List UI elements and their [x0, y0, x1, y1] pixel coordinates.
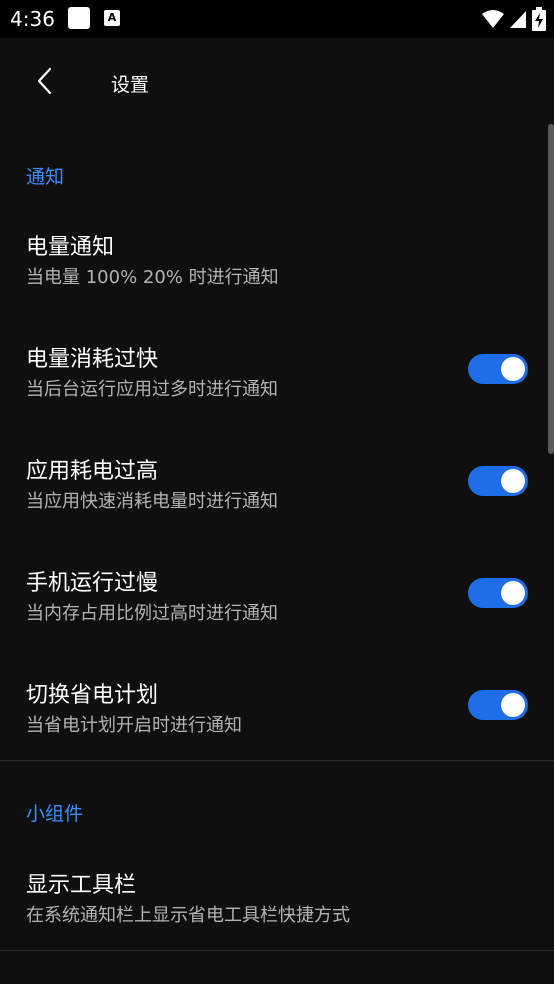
toggle-knob — [501, 581, 525, 605]
setting-title: 电量通知 — [26, 235, 115, 260]
section-header-notify: 通知 — [26, 166, 65, 188]
toggle-switch[interactable] — [468, 690, 528, 720]
divider — [0, 760, 554, 761]
setting-battery-notify[interactable]: 电量通知 当电量 100% 20% 时进行通知 — [0, 210, 554, 306]
setting-subtitle: 当省电计划开启时进行通知 — [26, 715, 242, 736]
setting-title: 显示工具栏 — [26, 873, 137, 898]
setting-subtitle: 当内存占用比例过高时进行通知 — [26, 603, 278, 624]
toggle-knob — [501, 469, 525, 493]
signal-icon — [510, 11, 526, 28]
setting-phone-slow[interactable]: 手机运行过慢 当内存占用比例过高时进行通知 — [0, 546, 554, 642]
setting-show-toolbar[interactable]: 显示工具栏 在系统通知栏上显示省电工具栏快捷方式 — [0, 848, 554, 944]
setting-title: 电量消耗过快 — [26, 347, 159, 372]
toggle-knob — [501, 693, 525, 717]
setting-title: 应用耗电过高 — [26, 459, 159, 484]
setting-app-high-usage[interactable]: 应用耗电过高 当应用快速消耗电量时进行通知 — [0, 434, 554, 530]
setting-subtitle: 当电量 100% 20% 时进行通知 — [26, 267, 279, 288]
page-title: 设置 — [111, 74, 150, 96]
setting-subtitle: 当应用快速消耗电量时进行通知 — [26, 491, 278, 512]
status-bar: 4:36 A — [0, 0, 554, 38]
setting-title: 切换省电计划 — [26, 683, 159, 708]
status-icons — [482, 7, 546, 31]
back-button[interactable] — [30, 65, 58, 97]
setting-power-plan[interactable]: 切换省电计划 当省电计划开启时进行通知 — [0, 658, 554, 754]
chevron-left-icon — [37, 67, 52, 95]
wifi-icon — [482, 10, 504, 28]
setting-subtitle: 当后台运行应用过多时进行通知 — [26, 379, 278, 400]
status-time: 4:36 — [10, 7, 55, 31]
battery-charging-icon — [532, 7, 546, 31]
setting-title: 手机运行过慢 — [26, 571, 159, 596]
setting-subtitle: 在系统通知栏上显示省电工具栏快捷方式 — [26, 905, 350, 926]
toggle-switch[interactable] — [468, 578, 528, 608]
divider — [0, 950, 554, 951]
notification-square-icon — [68, 7, 90, 29]
toggle-switch[interactable] — [468, 354, 528, 384]
toggle-knob — [501, 357, 525, 381]
a-icon: A — [104, 10, 120, 26]
toggle-switch[interactable] — [468, 466, 528, 496]
section-header-widget: 小组件 — [26, 803, 84, 825]
toolbar: 设置 — [0, 38, 554, 124]
setting-drain-fast[interactable]: 电量消耗过快 当后台运行应用过多时进行通知 — [0, 322, 554, 418]
